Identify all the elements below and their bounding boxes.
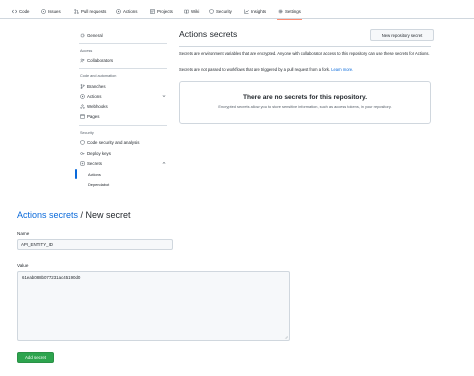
tab-label: Settings: [285, 8, 301, 14]
sidebar-heading-access: Access: [80, 49, 93, 53]
sidebar-subitem-dependabot[interactable]: Dependabot: [88, 182, 109, 187]
browser-icon: [80, 114, 85, 119]
table-icon: [150, 8, 155, 14]
tab-label: Code: [19, 8, 30, 14]
play-icon: [80, 94, 85, 99]
tab-label: Insights: [251, 8, 267, 14]
header-divider: [179, 46, 431, 47]
sidebar-item-label: Actions: [87, 94, 102, 99]
repo-nav: Code Issues Pull requests Actions Projec…: [0, 0, 474, 20]
tab-label: Projects: [157, 8, 173, 14]
breadcrumb-separator: /: [78, 210, 86, 220]
pull-request-icon: [74, 8, 79, 14]
tab-label: Issues: [48, 8, 61, 14]
sidebar-item-branches[interactable]: Branches: [80, 83, 106, 90]
sidebar-item-label: Collaborators: [87, 58, 114, 63]
code-icon: [12, 9, 17, 13]
book-icon: [184, 9, 189, 14]
resize-grip-icon[interactable]: [284, 335, 288, 339]
sidebar-item-label: Code security and analysis: [87, 140, 140, 145]
issue-icon: [41, 8, 46, 14]
tab-settings[interactable]: Settings: [277, 6, 302, 20]
people-icon: [80, 58, 85, 63]
tab-actions[interactable]: Actions: [116, 6, 137, 16]
webhook-icon: [80, 104, 85, 109]
gear-icon: [80, 33, 85, 38]
tab-label: Wiki: [191, 8, 200, 14]
tab-projects[interactable]: Projects: [150, 6, 173, 16]
tab-pull-requests[interactable]: Pull requests: [74, 6, 106, 16]
shield-icon: [209, 8, 214, 14]
key-asterisk-icon: [80, 161, 85, 166]
shield-lock-icon: [80, 140, 85, 145]
sidebar-divider: [79, 125, 167, 126]
tab-label: Actions: [123, 8, 138, 14]
tab-label: Security: [216, 8, 232, 14]
sidebar-item-label: Secrets: [87, 161, 102, 166]
chevron-down-icon[interactable]: [162, 94, 166, 98]
sidebar-item-label: Branches: [87, 84, 106, 89]
sidebar-subitem-actions[interactable]: Actions: [88, 172, 101, 177]
tab-security[interactable]: Security: [209, 6, 232, 16]
key-icon: [80, 152, 85, 155]
gear-icon: [278, 9, 283, 13]
sidebar-divider: [79, 68, 167, 69]
sidebar-item-pages[interactable]: Pages: [80, 113, 99, 120]
actions-secrets-breadcrumb-link[interactable]: Actions secrets: [17, 210, 78, 220]
sidebar-item-deploy-keys[interactable]: Deploy keys: [80, 150, 111, 157]
play-icon: [116, 8, 121, 14]
page-title: Actions secrets: [179, 29, 238, 39]
tab-wiki[interactable]: Wiki: [184, 6, 199, 16]
fork-note: Secrets are not passed to workflows that…: [179, 67, 431, 72]
tab-insights[interactable]: Insights: [244, 6, 266, 16]
sidebar-item-label: Deploy keys: [87, 151, 111, 156]
sidebar-heading-code-automation: Code and automation: [80, 74, 117, 78]
empty-state: There are no secrets for this repository…: [179, 81, 431, 124]
sidebar-heading-security: Security: [80, 131, 94, 135]
sidebar-item-general[interactable]: General: [80, 32, 103, 39]
sidebar-item-secrets[interactable]: Secrets: [80, 160, 102, 167]
tab-issues[interactable]: Issues: [41, 6, 61, 16]
breadcrumb-current: New secret: [85, 210, 131, 220]
sidebar-item-label: Webhooks: [87, 104, 108, 109]
fork-note-text: Secrets are not passed to workflows that…: [179, 67, 331, 72]
graph-icon: [244, 9, 249, 14]
secret-value-text: 61eab088b077231ac45190d0: [22, 275, 81, 280]
branch-icon: [80, 84, 85, 89]
secret-value-textarea[interactable]: 61eab088b077231ac45190d0: [17, 271, 290, 341]
sidebar-item-code-security[interactable]: Code security and analysis: [80, 139, 139, 146]
value-label: Value: [17, 263, 29, 268]
chevron-up-icon[interactable]: [162, 161, 166, 165]
tab-code[interactable]: Code: [12, 6, 30, 16]
secret-name-input[interactable]: API_ENTITY_ID: [17, 239, 173, 250]
tab-label: Pull requests: [81, 8, 107, 14]
sidebar-item-webhooks[interactable]: Webhooks: [80, 103, 108, 110]
sidebar-item-collaborators[interactable]: Collaborators: [80, 57, 113, 64]
add-secret-button[interactable]: Add secret: [17, 352, 54, 363]
sidebar-item-label: Pages: [87, 114, 100, 119]
active-indicator: [75, 169, 77, 179]
new-secret-heading: Actions secrets / New secret: [17, 210, 131, 220]
learn-more-link[interactable]: Learn more.: [331, 67, 353, 72]
sidebar-divider: [79, 43, 167, 44]
sidebar-item-actions[interactable]: Actions: [80, 93, 101, 100]
name-label: Name: [17, 231, 30, 236]
new-repository-secret-button[interactable]: New repository secret: [370, 29, 434, 41]
empty-state-title: There are no secrets for this repository…: [242, 94, 368, 101]
empty-state-subtitle: Encrypted secrets allow you to store sen…: [218, 104, 392, 109]
sidebar-item-label: General: [87, 33, 103, 38]
secrets-description: Secrets are environment variables that a…: [179, 51, 430, 56]
